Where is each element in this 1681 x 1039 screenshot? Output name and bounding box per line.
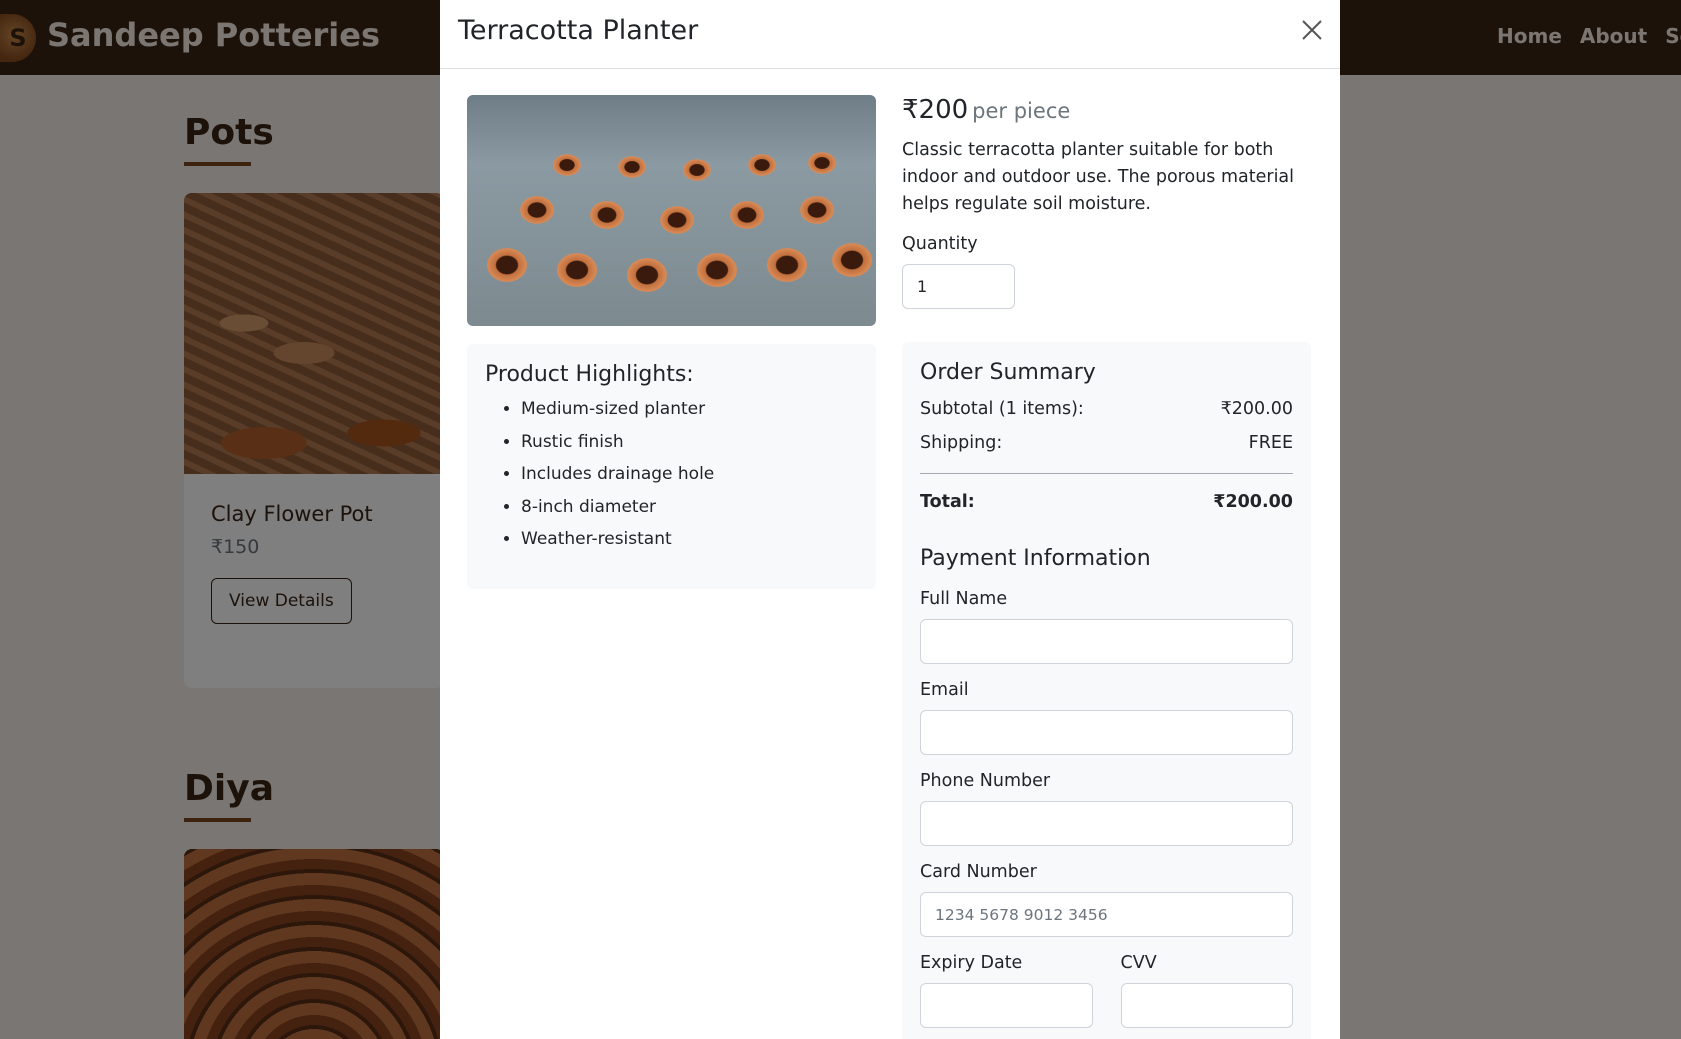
highlights-list: Medium-sized planter Rustic finish Inclu… bbox=[485, 393, 858, 556]
list-item: Includes drainage hole bbox=[521, 458, 858, 491]
subtotal-row: Subtotal (1 items): ₹200.00 bbox=[920, 399, 1293, 419]
cvv-group: CVV bbox=[1120, 937, 1293, 1028]
card-number-input[interactable] bbox=[920, 892, 1293, 937]
modal-header: Terracotta Planter bbox=[440, 0, 1340, 69]
price-value: ₹200 bbox=[902, 95, 969, 125]
total-label: Total: bbox=[920, 492, 975, 512]
full-name-label: Full Name bbox=[920, 589, 1008, 609]
expiry-label: Expiry Date bbox=[920, 953, 1023, 973]
cvv-input[interactable] bbox=[1120, 983, 1293, 1028]
subtotal-value: ₹200.00 bbox=[1220, 399, 1293, 419]
order-summary-title: Order Summary bbox=[920, 360, 1096, 385]
product-description: Classic terracotta planter suitable for … bbox=[902, 140, 1295, 214]
shipping-label: Shipping: bbox=[920, 433, 1003, 453]
product-highlights: Product Highlights: Medium-sized planter… bbox=[467, 344, 876, 589]
product-image bbox=[467, 95, 876, 326]
price: ₹200 per piece bbox=[902, 95, 1311, 125]
list-item: Weather-resistant bbox=[521, 523, 858, 556]
product-modal: Terracotta Planter Product Highlights: M… bbox=[440, 0, 1340, 1039]
list-item: Medium-sized planter bbox=[521, 393, 858, 426]
phone-label: Phone Number bbox=[920, 771, 1051, 791]
modal-title: Terracotta Planter bbox=[458, 15, 699, 46]
close-button[interactable] bbox=[1298, 16, 1326, 44]
total-row: Total: ₹200.00 bbox=[920, 492, 1293, 512]
close-icon bbox=[1302, 20, 1322, 40]
email-input[interactable] bbox=[920, 710, 1293, 755]
expiry-cvv-row: Expiry Date CVV bbox=[920, 937, 1293, 1028]
quantity-label: Quantity bbox=[902, 234, 978, 254]
payment-title: Payment Information bbox=[920, 546, 1151, 571]
divider bbox=[920, 473, 1293, 474]
list-item: 8-inch diameter bbox=[521, 491, 858, 524]
list-item: Rustic finish bbox=[521, 426, 858, 459]
price-unit: per piece bbox=[972, 99, 1071, 123]
shipping-value: FREE bbox=[1248, 433, 1293, 453]
total-value: ₹200.00 bbox=[1213, 492, 1293, 512]
product-info: ₹200 per piece Classic terracotta planter… bbox=[902, 95, 1311, 309]
order-summary: Order Summary Subtotal (1 items): ₹200.0… bbox=[902, 342, 1311, 1039]
highlights-title: Product Highlights: bbox=[485, 362, 694, 387]
subtotal-label: Subtotal (1 items): bbox=[920, 399, 1084, 419]
expiry-group: Expiry Date bbox=[920, 937, 1093, 1028]
full-name-input[interactable] bbox=[920, 619, 1293, 664]
phone-input[interactable] bbox=[920, 801, 1293, 846]
card-number-label: Card Number bbox=[920, 862, 1037, 882]
expiry-input[interactable] bbox=[920, 983, 1093, 1028]
cvv-label: CVV bbox=[1120, 953, 1157, 973]
shipping-row: Shipping: FREE bbox=[920, 433, 1293, 453]
quantity-input[interactable] bbox=[902, 264, 1015, 309]
email-label: Email bbox=[920, 680, 969, 700]
